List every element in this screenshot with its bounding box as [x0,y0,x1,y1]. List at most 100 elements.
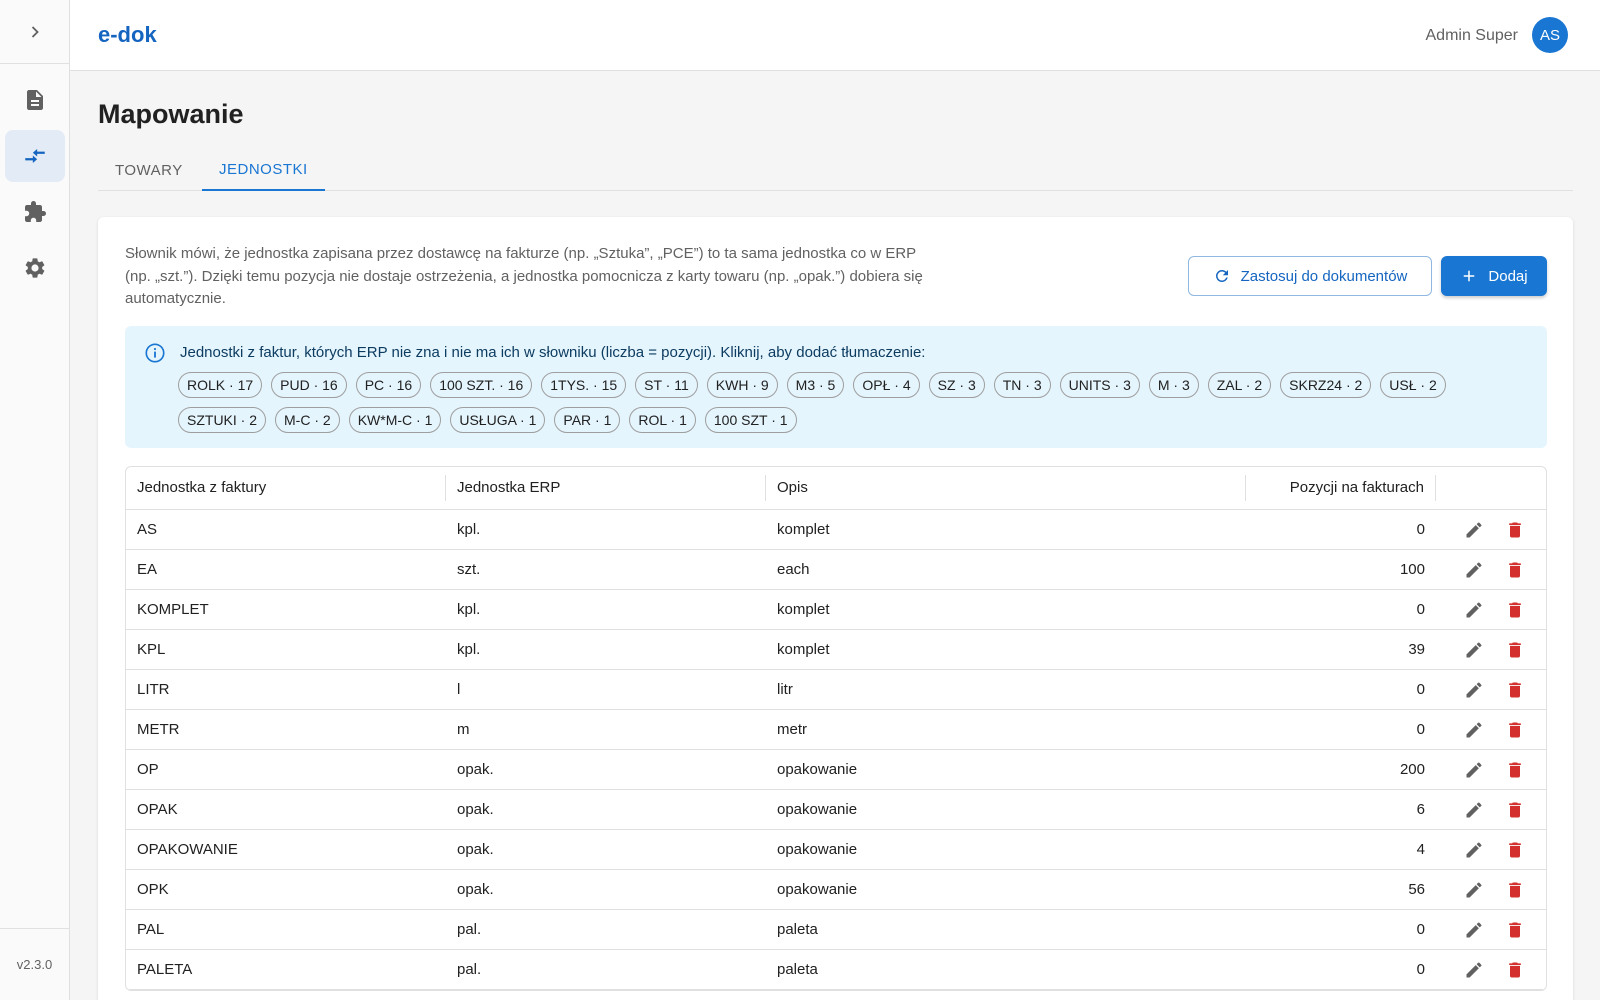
delete-icon[interactable] [1504,719,1526,741]
cell-erp-unit: pal. [457,961,482,978]
unit-chip[interactable]: UNITS · 3 [1059,372,1140,398]
table-row[interactable]: LITR l litr 0 [126,670,1546,710]
delete-icon[interactable] [1504,679,1526,701]
cell-actions [1436,799,1546,821]
table-row[interactable]: KOMPLET kpl. komplet 0 [126,590,1546,630]
table-body: AS kpl. komplet 0 EA szt. each 100 KOMPLET kpl. ko… [126,510,1546,990]
delete-icon[interactable] [1504,919,1526,941]
apply-button-label: Zastosuj do dokumentów [1240,267,1408,285]
cell-erp-unit: l [457,681,461,698]
unit-chip[interactable]: KWH · 9 [706,372,778,398]
edit-icon[interactable] [1463,959,1485,981]
unit-chip[interactable]: OPŁ · 4 [853,372,920,398]
delete-icon[interactable] [1504,959,1526,981]
add-button-label: Dodaj [1488,267,1528,285]
main-content: Mapowanie TOWARY JEDNOSTKI Słownik mówi,… [98,71,1573,1000]
cell-count: 39 [1408,641,1425,658]
delete-icon[interactable] [1504,879,1526,901]
edit-icon[interactable] [1463,759,1485,781]
puzzle-icon [25,201,46,222]
cell-description: opakowanie [777,881,858,898]
table-row[interactable]: PAL pal. paleta 0 [126,910,1546,950]
add-button[interactable]: Dodaj [1441,256,1547,296]
cell-count: 6 [1416,801,1425,818]
table-row[interactable]: OP opak. opakowanie 200 [126,750,1546,790]
column-header-count[interactable]: Pozycji na fakturach [1246,475,1436,501]
unit-chip[interactable]: M-C · 2 [275,407,340,433]
edit-icon[interactable] [1463,559,1485,581]
table-row[interactable]: OPAKOWANIE opak. opakowanie 4 [126,830,1546,870]
app-logo[interactable]: e-dok [98,22,157,48]
cell-description: opakowanie [777,761,858,778]
delete-icon[interactable] [1504,519,1526,541]
unit-chip[interactable]: KW*M-C · 1 [348,407,442,433]
unit-chip[interactable]: ROL · 1 [629,407,696,433]
cell-count: 0 [1416,521,1425,538]
edit-icon[interactable] [1463,919,1485,941]
cell-actions [1436,519,1546,541]
cell-invoice-unit: PALETA [137,961,193,978]
table-row[interactable]: AS kpl. komplet 0 [126,510,1546,550]
unit-chip[interactable]: USŁUGA · 1 [450,407,546,433]
unit-chip[interactable]: SZ · 3 [928,372,985,398]
table-row[interactable]: KPL kpl. komplet 39 [126,630,1546,670]
avatar[interactable]: AS [1532,17,1568,53]
sidebar-toggle-button[interactable] [0,0,69,64]
edit-icon[interactable] [1463,519,1485,541]
unit-chip[interactable]: SZTUKI · 2 [178,407,267,433]
unit-chip[interactable]: ROLK · 17 [178,372,263,398]
delete-icon[interactable] [1504,759,1526,781]
cell-actions [1436,839,1546,861]
cell-actions [1436,879,1546,901]
table-row[interactable]: PALETA pal. paleta 0 [126,950,1546,990]
cell-erp-unit: kpl. [457,641,481,658]
sidebar-item-settings[interactable] [5,242,65,294]
column-header-erp-unit[interactable]: Jednostka ERP [446,475,766,501]
unit-chip[interactable]: USŁ · 2 [1380,372,1446,398]
unit-chip[interactable]: PUD · 16 [271,372,347,398]
delete-icon[interactable] [1504,839,1526,861]
cell-count: 0 [1416,921,1425,938]
unit-chip[interactable]: TN · 3 [993,372,1051,398]
cell-description: paleta [777,921,818,938]
edit-icon[interactable] [1463,719,1485,741]
gear-icon [25,258,45,278]
description-text: Słownik mówi, że jednostka zapisana prze… [125,245,923,307]
edit-icon[interactable] [1463,879,1485,901]
unit-chip[interactable]: 1TYS. · 15 [541,372,627,398]
delete-icon[interactable] [1504,559,1526,581]
edit-icon[interactable] [1463,799,1485,821]
unit-chip[interactable]: M3 · 5 [786,372,845,398]
unit-chip[interactable]: PAR · 1 [554,407,621,433]
refresh-icon [1215,270,1228,282]
delete-icon[interactable] [1504,799,1526,821]
table-row[interactable]: METR m metr 0 [126,710,1546,750]
apply-to-documents-button[interactable]: Zastosuj do dokumentów [1188,256,1432,296]
table-row[interactable]: OPAK opak. opakowanie 6 [126,790,1546,830]
edit-icon[interactable] [1463,599,1485,621]
tab-towary[interactable]: TOWARY [98,149,200,191]
column-header-invoice-unit[interactable]: Jednostka z faktury [126,475,446,501]
delete-icon[interactable] [1504,639,1526,661]
table-row[interactable]: OPK opak. opakowanie 56 [126,870,1546,910]
unit-chip[interactable]: ZAL · 2 [1207,372,1272,398]
sidebar-item-documents[interactable] [5,74,65,126]
cell-count: 0 [1416,681,1425,698]
edit-icon[interactable] [1463,639,1485,661]
unit-chip[interactable]: M · 3 [1148,372,1199,398]
unit-chip[interactable]: PC · 16 [355,372,422,398]
sidebar-item-mapping[interactable] [5,130,65,182]
cell-invoice-unit: OP [137,761,159,778]
cell-erp-unit: kpl. [457,601,481,618]
table-row[interactable]: EA szt. each 100 [126,550,1546,590]
edit-icon[interactable] [1463,839,1485,861]
unit-chip[interactable]: SKRZ24 · 2 [1280,372,1372,398]
delete-icon[interactable] [1504,599,1526,621]
unit-chip[interactable]: 100 SZT · 1 [704,407,797,433]
tab-jednostki[interactable]: JEDNOSTKI [202,149,325,191]
unit-chip[interactable]: ST · 11 [635,372,698,398]
unit-chip[interactable]: 100 SZT. · 16 [430,372,533,398]
sidebar-item-extensions[interactable] [5,186,65,238]
column-header-description[interactable]: Opis [766,475,1246,501]
edit-icon[interactable] [1463,679,1485,701]
